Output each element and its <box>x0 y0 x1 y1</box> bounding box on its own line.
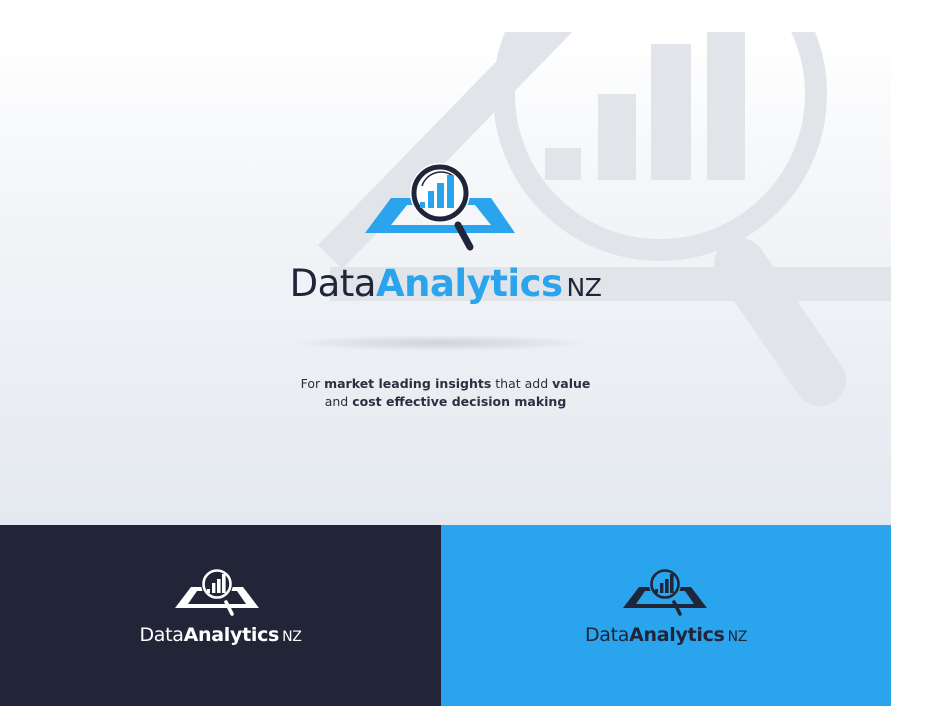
brand-name-accent: Analytics <box>183 624 280 646</box>
hero-section: DataAnalytics NZ For market leading insig… <box>0 32 891 525</box>
brand-name-suffix: NZ <box>566 273 602 302</box>
wordmark-shadow <box>290 335 590 351</box>
tagline: For market leading insights that add val… <box>0 375 891 411</box>
tagline-line-1: For market leading insights that add val… <box>0 375 891 393</box>
brand-name-prefix: Data <box>584 624 630 646</box>
brand-name-suffix: NZ <box>727 629 748 645</box>
logo-navy-icon <box>623 568 707 616</box>
tagline-segment: and <box>324 394 353 409</box>
brand-name-accent: Analytics <box>375 262 563 305</box>
brand-name-accent: Analytics <box>629 624 725 646</box>
brand-wordmark-white: DataAnalytics NZ <box>0 622 441 650</box>
tagline-segment: cost effective decision making <box>352 394 567 409</box>
brand-name-prefix: Data <box>289 262 377 305</box>
tagline-line-2: and cost effective decision making <box>0 393 891 411</box>
tagline-segment: For <box>300 376 325 391</box>
brand-wordmark-navy: DataAnalytics NZ <box>441 622 891 650</box>
brand-name-suffix: NZ <box>282 629 302 645</box>
tagline-segment: that add <box>491 376 553 391</box>
main-logo-icon <box>365 163 515 251</box>
brand-name-prefix: Data <box>139 624 184 646</box>
tagline-segment: market leading insights <box>324 376 492 391</box>
logo-white-icon <box>175 568 259 616</box>
brand-wordmark: DataAnalytics NZ <box>0 260 891 312</box>
blue-variant-panel: DataAnalytics NZ <box>441 525 891 706</box>
dark-variant-panel: DataAnalytics NZ <box>0 525 441 706</box>
tagline-segment: value <box>552 376 591 391</box>
